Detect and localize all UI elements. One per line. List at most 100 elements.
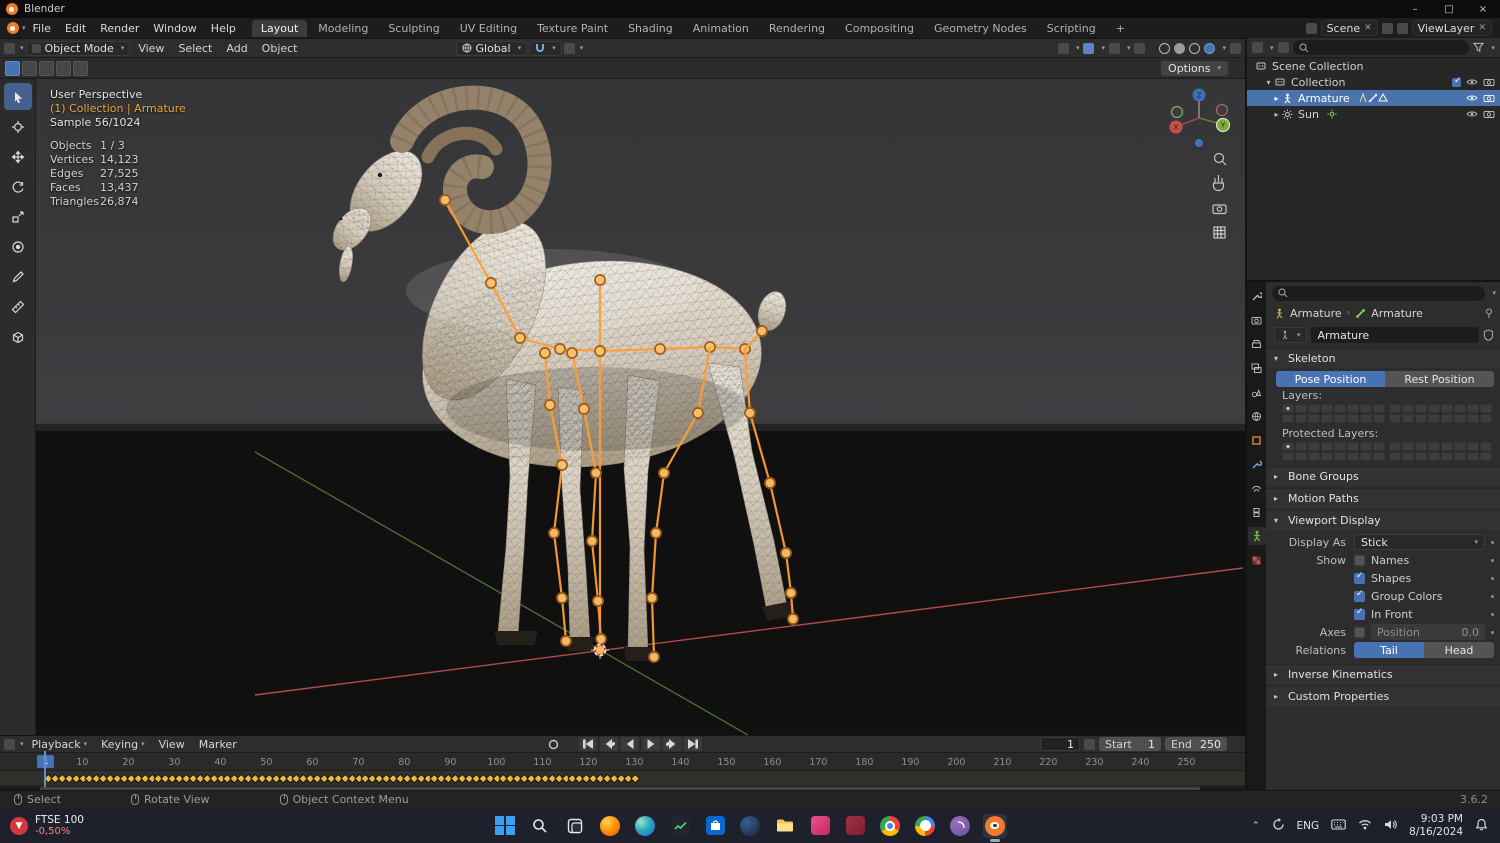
auto-keyframe-toggle[interactable] xyxy=(545,737,563,751)
tab-physics[interactable] xyxy=(1248,479,1266,497)
layer-toggle[interactable] xyxy=(1360,452,1372,461)
layer-toggle[interactable] xyxy=(1441,452,1453,461)
orthographic-toggle-icon[interactable] xyxy=(1213,226,1226,239)
cursor-tool[interactable] xyxy=(4,113,32,140)
select-mode-new-icon[interactable] xyxy=(5,60,20,76)
disclosure-icon[interactable]: ▸ xyxy=(1271,110,1282,119)
layer-toggle[interactable] xyxy=(1295,414,1307,423)
menu-window[interactable]: Window xyxy=(146,22,203,35)
tab-texture-paint[interactable]: Texture Paint xyxy=(528,20,617,37)
animate-dot[interactable] xyxy=(1491,630,1494,634)
breadcrumb-data[interactable]: Armature xyxy=(1371,307,1423,320)
tab-sculpting[interactable]: Sculpting xyxy=(379,20,448,37)
rotate-tool[interactable] xyxy=(4,173,32,200)
layer-toggle[interactable] xyxy=(1334,442,1346,451)
tab-view-layer[interactable] xyxy=(1248,359,1266,377)
add-cube-tool[interactable] xyxy=(4,323,32,350)
filter-icon[interactable] xyxy=(1473,42,1485,53)
layer-toggle[interactable] xyxy=(1282,404,1294,413)
shading-material-icon[interactable] xyxy=(1189,42,1201,54)
display-as-dropdown[interactable]: Stick ▾ xyxy=(1354,534,1485,550)
keying-set-icon[interactable] xyxy=(1084,738,1095,750)
outliner-row-sun[interactable]: ▸ Sun xyxy=(1247,106,1500,122)
collection-exclude-checkbox[interactable] xyxy=(1452,76,1462,87)
viewlayer-selector[interactable]: ViewLayer ✕ xyxy=(1411,20,1492,36)
layer-toggle[interactable] xyxy=(1467,404,1479,413)
layer-toggle[interactable] xyxy=(1295,404,1307,413)
section-custom-properties[interactable]: ▸ Custom Properties xyxy=(1266,686,1500,706)
maximize-button[interactable]: □ xyxy=(1432,0,1466,18)
tab-compositing[interactable]: Compositing xyxy=(836,20,923,37)
layer-toggle[interactable] xyxy=(1428,404,1440,413)
tray-wifi-icon[interactable] xyxy=(1358,819,1372,833)
layer-toggle[interactable] xyxy=(1347,414,1359,423)
clock-widget[interactable]: 9:03 PM 8/16/2024 xyxy=(1409,813,1463,839)
new-scene-icon[interactable] xyxy=(1381,22,1393,34)
gizmo-neg-x-axis[interactable] xyxy=(1215,103,1229,117)
pin-icon[interactable] xyxy=(1484,308,1494,319)
animate-dot[interactable] xyxy=(1491,594,1494,598)
layer-toggle[interactable] xyxy=(1334,404,1346,413)
3d-viewport[interactable]: Z X Y User Perspective (1) Collection | … xyxy=(36,79,1245,736)
menu-select[interactable]: Select xyxy=(172,42,218,55)
section-motion-paths[interactable]: ▸ Motion Paths xyxy=(1266,488,1500,508)
layer-toggle[interactable] xyxy=(1321,414,1333,423)
menu-render[interactable]: Render xyxy=(93,22,146,35)
select-mode-intersect-icon[interactable] xyxy=(73,60,88,76)
layer-toggle[interactable] xyxy=(1415,404,1427,413)
outliner-editor-icon[interactable] xyxy=(1252,42,1263,53)
section-skeleton[interactable]: ▾ Skeleton xyxy=(1266,348,1500,368)
start-frame-field[interactable]: Start 1 xyxy=(1099,737,1161,751)
layer-toggle[interactable] xyxy=(1402,442,1414,451)
fake-user-shield-icon[interactable] xyxy=(1483,329,1494,341)
tail-button[interactable]: Tail xyxy=(1354,642,1424,658)
menu-view[interactable]: View xyxy=(153,738,191,751)
layer-toggle[interactable] xyxy=(1389,442,1401,451)
layer-toggle[interactable] xyxy=(1441,442,1453,451)
eye-icon[interactable] xyxy=(1466,93,1478,103)
notification-bell-icon[interactable] xyxy=(1475,818,1488,834)
menu-marker[interactable]: Marker xyxy=(193,738,243,751)
menu-edit[interactable]: Edit xyxy=(58,22,93,35)
layer-toggle[interactable] xyxy=(1282,414,1294,423)
tab-modifiers[interactable] xyxy=(1248,455,1266,473)
group-colors-checkbox[interactable] xyxy=(1354,589,1365,602)
tab-scripting[interactable]: Scripting xyxy=(1038,20,1105,37)
blender-app[interactable] xyxy=(983,813,1007,842)
tray-keyboard-icon[interactable] xyxy=(1331,818,1346,833)
google-app[interactable] xyxy=(913,814,937,838)
outliner-search-input[interactable] xyxy=(1292,40,1470,55)
proportional-editing-icon[interactable] xyxy=(563,42,575,54)
layer-toggle[interactable] xyxy=(1308,442,1320,451)
layer-toggle[interactable] xyxy=(1428,452,1440,461)
layer-toggle[interactable] xyxy=(1402,404,1414,413)
select-mode-extend-icon[interactable] xyxy=(22,60,37,76)
layer-toggle[interactable] xyxy=(1389,404,1401,413)
layer-toggle[interactable] xyxy=(1308,404,1320,413)
tab-rendering[interactable]: Rendering xyxy=(760,20,834,37)
animate-dot[interactable] xyxy=(1491,540,1494,544)
layer-toggle[interactable] xyxy=(1373,404,1385,413)
layer-toggle[interactable] xyxy=(1347,452,1359,461)
add-workspace-button[interactable]: + xyxy=(1107,20,1134,37)
layer-toggle[interactable] xyxy=(1282,452,1294,461)
rest-position-button[interactable]: Rest Position xyxy=(1385,371,1494,387)
move-tool[interactable] xyxy=(4,143,32,170)
playhead-line[interactable] xyxy=(44,751,46,787)
shading-rendered-icon[interactable] xyxy=(1204,42,1216,54)
tab-object-constraints[interactable] xyxy=(1248,503,1266,521)
stocks-widget[interactable]: ▼ FTSE 100 -0,50% xyxy=(0,814,240,838)
steam-app[interactable] xyxy=(738,814,762,838)
pan-hand-icon[interactable] xyxy=(1212,175,1225,192)
layer-toggle[interactable] xyxy=(1389,452,1401,461)
viber-app[interactable] xyxy=(948,814,972,838)
start-button[interactable] xyxy=(493,814,517,838)
menu-playback[interactable]: Playback ▾ xyxy=(26,738,94,751)
transform-tool[interactable] xyxy=(4,233,32,260)
axes-position-field[interactable]: Position 0.0 xyxy=(1371,624,1485,640)
blender-menu-icon[interactable] xyxy=(7,22,19,34)
disclosure-icon[interactable]: ▾ xyxy=(1263,78,1274,87)
mode-dropdown[interactable]: Object Mode ▾ xyxy=(25,40,131,56)
menu-file[interactable]: File xyxy=(26,22,58,35)
menu-keying[interactable]: Keying ▾ xyxy=(95,738,150,751)
